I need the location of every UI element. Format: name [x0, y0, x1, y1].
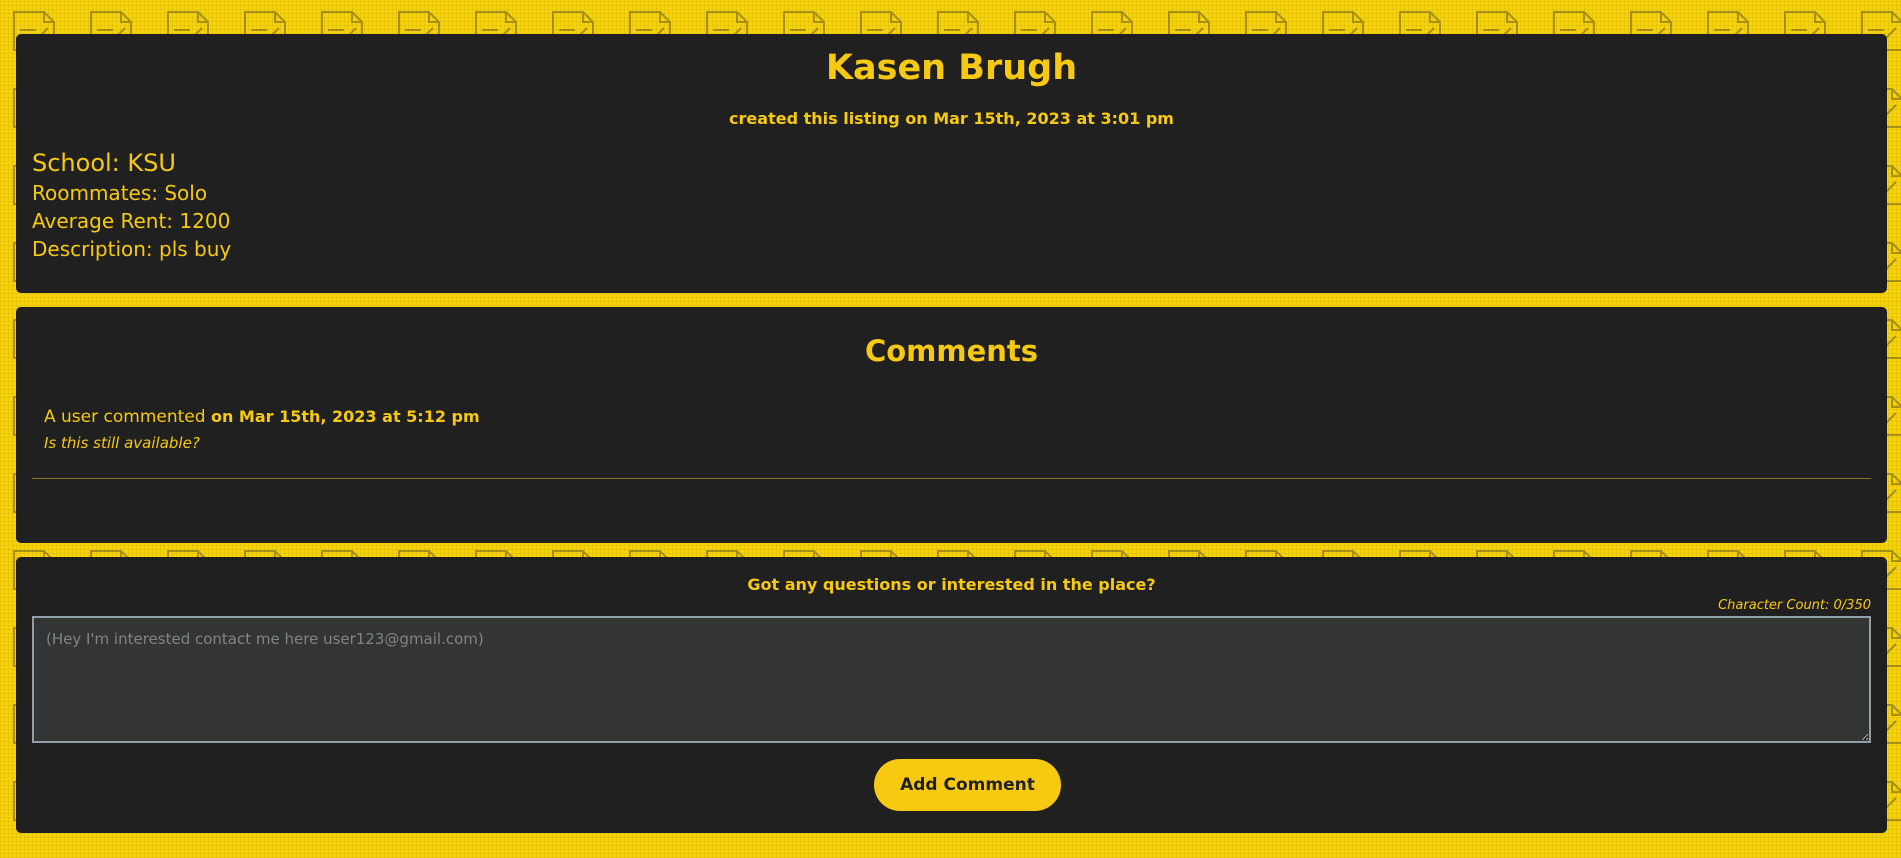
comment-form-card: Got any questions or interested in the p…	[16, 557, 1887, 833]
comment-textarea[interactable]	[32, 616, 1871, 743]
listing-created-date: created this listing on Mar 15th, 2023 a…	[729, 109, 1174, 128]
add-comment-button[interactable]: Add Comment	[874, 759, 1061, 811]
comments-heading: Comments	[864, 334, 1039, 368]
listing-school: School: KSU	[32, 149, 176, 177]
listing-average-rent: Average Rent: 1200	[32, 209, 231, 233]
comment-form-prompt: Got any questions or interested in the p…	[747, 575, 1156, 594]
listing-roommates: Roommates: Solo	[32, 181, 208, 205]
comment-body: Is this still available?	[44, 434, 200, 452]
listing-owner-name: Kasen Brugh	[825, 48, 1078, 88]
comment-author: A user commented	[44, 407, 206, 427]
comment-divider	[32, 478, 1871, 479]
character-count: Character Count: 0/350	[1718, 598, 1871, 613]
comment-date: on Mar 15th, 2023 at 5:12 pm	[210, 407, 480, 426]
listing-description: Description: pls buy	[32, 237, 232, 261]
comments-card: Comments A user commented on Mar 15th, 2…	[16, 307, 1887, 543]
comment-header: A user commented on Mar 15th, 2023 at 5:…	[44, 407, 480, 427]
listing-card: Kasen Brugh created this listing on Mar …	[16, 34, 1887, 293]
